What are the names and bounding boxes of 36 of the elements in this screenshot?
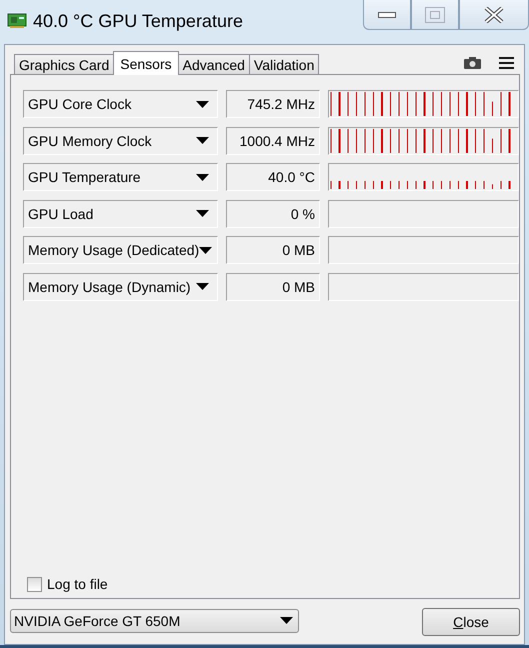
close-button[interactable]: Close	[422, 608, 520, 636]
caret-icon	[196, 210, 209, 218]
minimize-button[interactable]	[363, 0, 411, 30]
caret-icon	[199, 246, 212, 254]
graphics-card-icon	[7, 12, 27, 28]
device-dropdown[interactable]: NVIDIA GeForce GT 650M	[10, 608, 299, 632]
sensor-select[interactable]: GPU Load	[23, 200, 218, 228]
sensor-value: 40.0 °C	[226, 163, 320, 192]
caret-icon	[196, 137, 209, 144]
sensor-value: 0 MB	[226, 272, 320, 301]
caret-icon	[196, 283, 209, 290]
checkbox-label: Log to file	[47, 576, 108, 592]
caret-icon	[280, 617, 293, 624]
tab[interactable]: Advanced	[178, 54, 250, 75]
sensor-value: 0 %	[226, 200, 320, 228]
caret-icon	[196, 100, 209, 108]
minimize-icon	[378, 12, 396, 18]
tab[interactable]: Validation	[248, 54, 320, 75]
sensor-value: 0 MB	[226, 236, 320, 264]
window-title: 40.0 °C GPU Temperature	[33, 11, 243, 32]
sensor-select[interactable]: Memory Usage (Dedicated)	[23, 236, 218, 264]
checkbox[interactable]	[27, 576, 42, 592]
menu-icon[interactable]	[499, 56, 514, 68]
close-window-button[interactable]	[459, 0, 529, 30]
sensor-select[interactable]: GPU Memory Clock	[23, 126, 218, 155]
sensor-select[interactable]: Memory Usage (Dynamic)	[23, 272, 218, 301]
close-icon	[484, 6, 504, 22]
sensor-select[interactable]: GPU Core Clock	[23, 90, 218, 118]
caret-icon	[196, 174, 209, 181]
maximize-icon	[425, 6, 445, 22]
camera-icon[interactable]	[464, 56, 481, 68]
sensor-value: 1000.4 MHz	[226, 126, 320, 155]
sensor-select[interactable]: GPU Temperature	[23, 163, 218, 192]
sensor-value: 745.2 MHz	[226, 90, 320, 118]
tab[interactable]: Sensors	[113, 51, 179, 75]
tab[interactable]: Graphics Card	[14, 54, 114, 75]
